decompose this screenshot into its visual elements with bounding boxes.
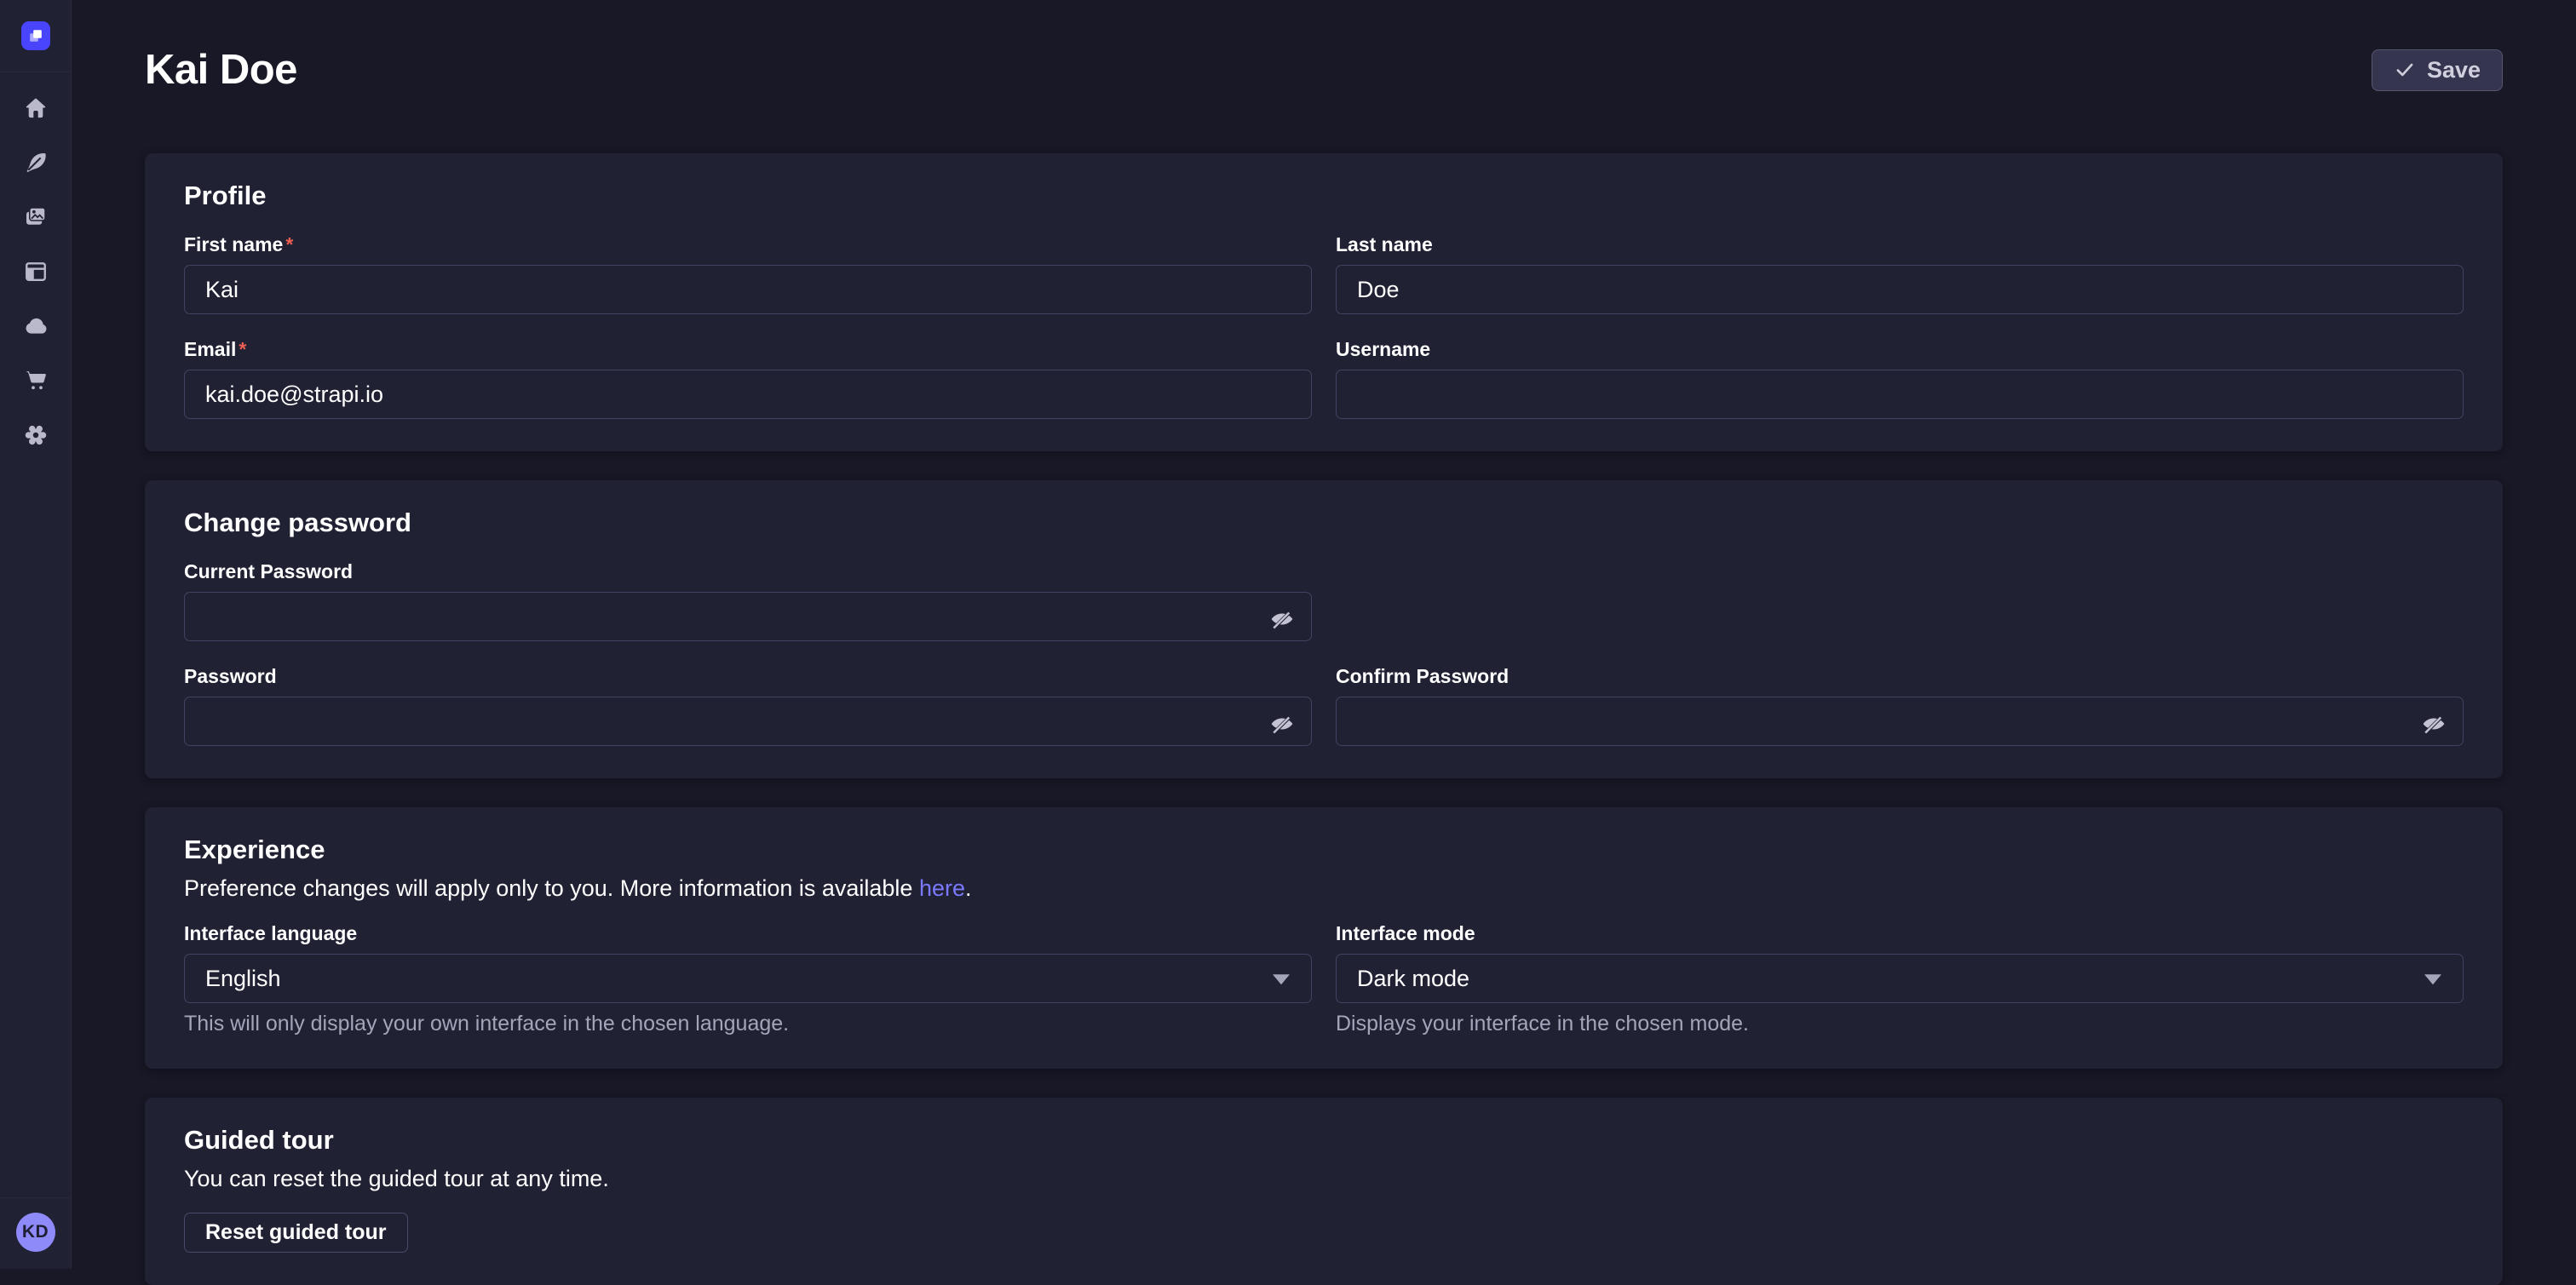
cart-icon	[23, 368, 49, 393]
required-asterisk: *	[285, 233, 293, 255]
toggle-confirm-password-visibility-button[interactable]	[2414, 704, 2453, 743]
current-password-input[interactable]	[184, 592, 1312, 641]
first-name-field-group: First name*	[184, 233, 1312, 314]
eye-slash-icon	[2421, 711, 2447, 737]
main-nav-sidebar: KD	[0, 0, 72, 1269]
guided-tour-card: Guided tour You can reset the guided tou…	[145, 1098, 2503, 1285]
required-asterisk: *	[239, 338, 246, 360]
chevron-down-icon	[1273, 974, 1290, 984]
username-field-group: Username	[1336, 338, 2464, 419]
experience-fields-grid: Interface language English This will onl…	[184, 922, 2464, 1036]
confirm-password-label: Confirm Password	[1336, 665, 2464, 688]
reset-guided-tour-button[interactable]: Reset guided tour	[184, 1213, 408, 1253]
new-password-wrapper	[184, 697, 1312, 746]
username-input[interactable]	[1336, 370, 2464, 419]
interface-mode-hint: Displays your interface in the chosen mo…	[1336, 1012, 2464, 1036]
email-label-text: Email	[184, 338, 236, 360]
user-avatar[interactable]: KD	[16, 1213, 55, 1252]
sidebar-item-content-type-builder[interactable]	[19, 255, 53, 289]
experience-description: Preference changes will apply only to yo…	[184, 875, 2464, 902]
interface-mode-value: Dark mode	[1357, 966, 1469, 992]
interface-language-select[interactable]: English	[184, 954, 1312, 1003]
experience-card-title: Experience	[184, 835, 2464, 865]
chevron-down-icon	[2424, 974, 2441, 984]
sidebar-item-marketplace[interactable]	[19, 364, 53, 398]
toggle-new-password-visibility-button[interactable]	[1262, 704, 1302, 743]
profile-card-title: Profile	[184, 181, 2464, 211]
settings-cards: Profile First name* Last name Email* Use…	[145, 153, 2503, 1285]
experience-description-text: Preference changes will apply only to yo…	[184, 875, 919, 901]
save-button[interactable]: Save	[2372, 49, 2503, 91]
new-password-label: Password	[184, 665, 1312, 688]
confirm-password-input[interactable]	[1336, 697, 2464, 746]
email-label: Email*	[184, 338, 1312, 361]
profile-card: Profile First name* Last name Email* Use…	[145, 153, 2503, 451]
confirm-password-field-group: Confirm Password	[1336, 665, 2464, 746]
change-password-title: Change password	[184, 508, 2464, 538]
password-fields-grid: Current Password Pass	[184, 560, 2464, 746]
sidebar-item-home[interactable]	[19, 91, 53, 125]
interface-mode-label: Interface mode	[1336, 922, 2464, 945]
experience-card: Experience Preference changes will apply…	[145, 807, 2503, 1069]
email-field-group: Email*	[184, 338, 1312, 419]
confirm-password-wrapper	[1336, 697, 2464, 746]
first-name-label: First name*	[184, 233, 1312, 256]
main-content: Kai Doe Save Profile First name* Last na…	[72, 0, 2576, 1269]
current-password-label: Current Password	[184, 560, 1312, 583]
guided-tour-title: Guided tour	[184, 1125, 2464, 1156]
logo-container	[0, 0, 71, 72]
profile-fields-grid: First name* Last name Email* Username	[184, 233, 2464, 419]
more-information-link[interactable]: here	[919, 875, 965, 901]
settings-gear-icon	[23, 422, 49, 448]
grid-spacer	[1336, 560, 2464, 641]
first-name-label-text: First name	[184, 233, 283, 255]
current-password-wrapper	[184, 592, 1312, 641]
page-title: Kai Doe	[145, 46, 297, 94]
interface-language-value: English	[205, 966, 281, 992]
sidebar-item-media-library[interactable]	[19, 200, 53, 234]
interface-language-label: Interface language	[184, 922, 1312, 945]
new-password-input[interactable]	[184, 697, 1312, 746]
strapi-logo[interactable]	[21, 21, 50, 50]
check-icon	[2394, 59, 2416, 81]
sidebar-item-settings[interactable]	[19, 418, 53, 452]
media-library-icon	[23, 204, 49, 230]
cloud-icon	[23, 313, 49, 339]
interface-language-field-group: Interface language English This will onl…	[184, 922, 1312, 1036]
last-name-field-group: Last name	[1336, 233, 2464, 314]
toggle-current-password-visibility-button[interactable]	[1262, 599, 1302, 639]
strapi-logo-glyph	[26, 26, 46, 46]
eye-slash-icon	[1269, 606, 1295, 632]
email-input[interactable]	[184, 370, 1312, 419]
first-name-input[interactable]	[184, 265, 1312, 314]
last-name-input[interactable]	[1336, 265, 2464, 314]
home-icon	[23, 95, 49, 121]
sidebar-nav	[0, 72, 71, 1197]
sidebar-item-content-manager[interactable]	[19, 146, 53, 180]
content-type-builder-icon	[23, 259, 49, 284]
page-header: Kai Doe Save	[145, 46, 2503, 94]
current-password-field-group: Current Password	[184, 560, 1312, 641]
sidebar-item-deploy[interactable]	[19, 309, 53, 343]
last-name-label: Last name	[1336, 233, 2464, 256]
eye-slash-icon	[1269, 711, 1295, 737]
change-password-card: Change password Current Password	[145, 480, 2503, 778]
experience-description-period: .	[965, 875, 972, 901]
interface-mode-field-group: Interface mode Dark mode Displays your i…	[1336, 922, 2464, 1036]
guided-tour-description: You can reset the guided tour at any tim…	[184, 1166, 2464, 1192]
username-label: Username	[1336, 338, 2464, 361]
content-manager-icon	[23, 150, 49, 175]
new-password-field-group: Password	[184, 665, 1312, 746]
sidebar-footer: KD	[0, 1197, 71, 1269]
interface-mode-select[interactable]: Dark mode	[1336, 954, 2464, 1003]
interface-language-hint: This will only display your own interfac…	[184, 1012, 1312, 1036]
save-button-label: Save	[2427, 57, 2481, 83]
